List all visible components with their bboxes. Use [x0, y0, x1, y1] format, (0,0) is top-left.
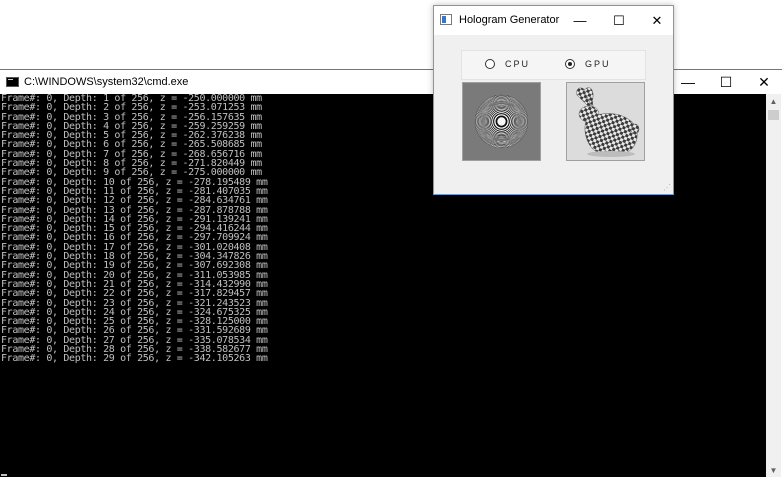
hologram-maximize-button[interactable]: ☐: [601, 6, 637, 35]
checkered-bunny-render-image: [566, 82, 645, 161]
app-window-icon: [440, 14, 452, 25]
processor-radio-group: CPU GPU: [461, 50, 646, 80]
minimize-button[interactable]: —: [669, 70, 707, 94]
gpu-radio-label: GPU: [585, 59, 611, 69]
console-line: Frame#: 0, Depth: 29 of 256, z = -342.10…: [1, 353, 268, 365]
hologram-window-title: Hologram Generator: [459, 14, 560, 26]
hologram-titlebar[interactable]: Hologram Generator — ☐ ✕: [434, 6, 673, 35]
gpu-radio[interactable]: GPU: [565, 59, 611, 69]
cmd-window-title: C:\WINDOWS\system32\cmd.exe: [24, 76, 189, 88]
resize-grip-icon[interactable]: ⋰: [663, 183, 671, 192]
vertical-scrollbar[interactable]: ▲ ▼: [766, 94, 781, 477]
cpu-radio[interactable]: CPU: [485, 59, 530, 69]
cmd-app-icon: [6, 77, 19, 87]
text-cursor: [1, 474, 7, 476]
cpu-radio-label: CPU: [505, 59, 531, 69]
scroll-down-arrow-icon[interactable]: ▼: [766, 463, 781, 477]
scroll-up-arrow-icon[interactable]: ▲: [766, 94, 781, 108]
scrollbar-thumb[interactable]: [768, 110, 779, 120]
hologram-minimize-button[interactable]: —: [562, 6, 598, 35]
bunny-render-icon: [567, 83, 644, 160]
fresnel-zone-pattern-image: [462, 82, 541, 161]
hologram-close-button[interactable]: ✕: [639, 6, 675, 35]
hologram-generator-window: Hologram Generator — ☐ ✕ CPU GPU ⋰: [433, 5, 674, 195]
cpu-radio-circle-icon[interactable]: [485, 59, 495, 69]
fresnel-pattern-icon: [463, 83, 540, 160]
gpu-radio-circle-icon[interactable]: [565, 59, 575, 69]
maximize-button[interactable]: ☐: [707, 70, 745, 94]
close-button[interactable]: ✕: [745, 70, 782, 94]
